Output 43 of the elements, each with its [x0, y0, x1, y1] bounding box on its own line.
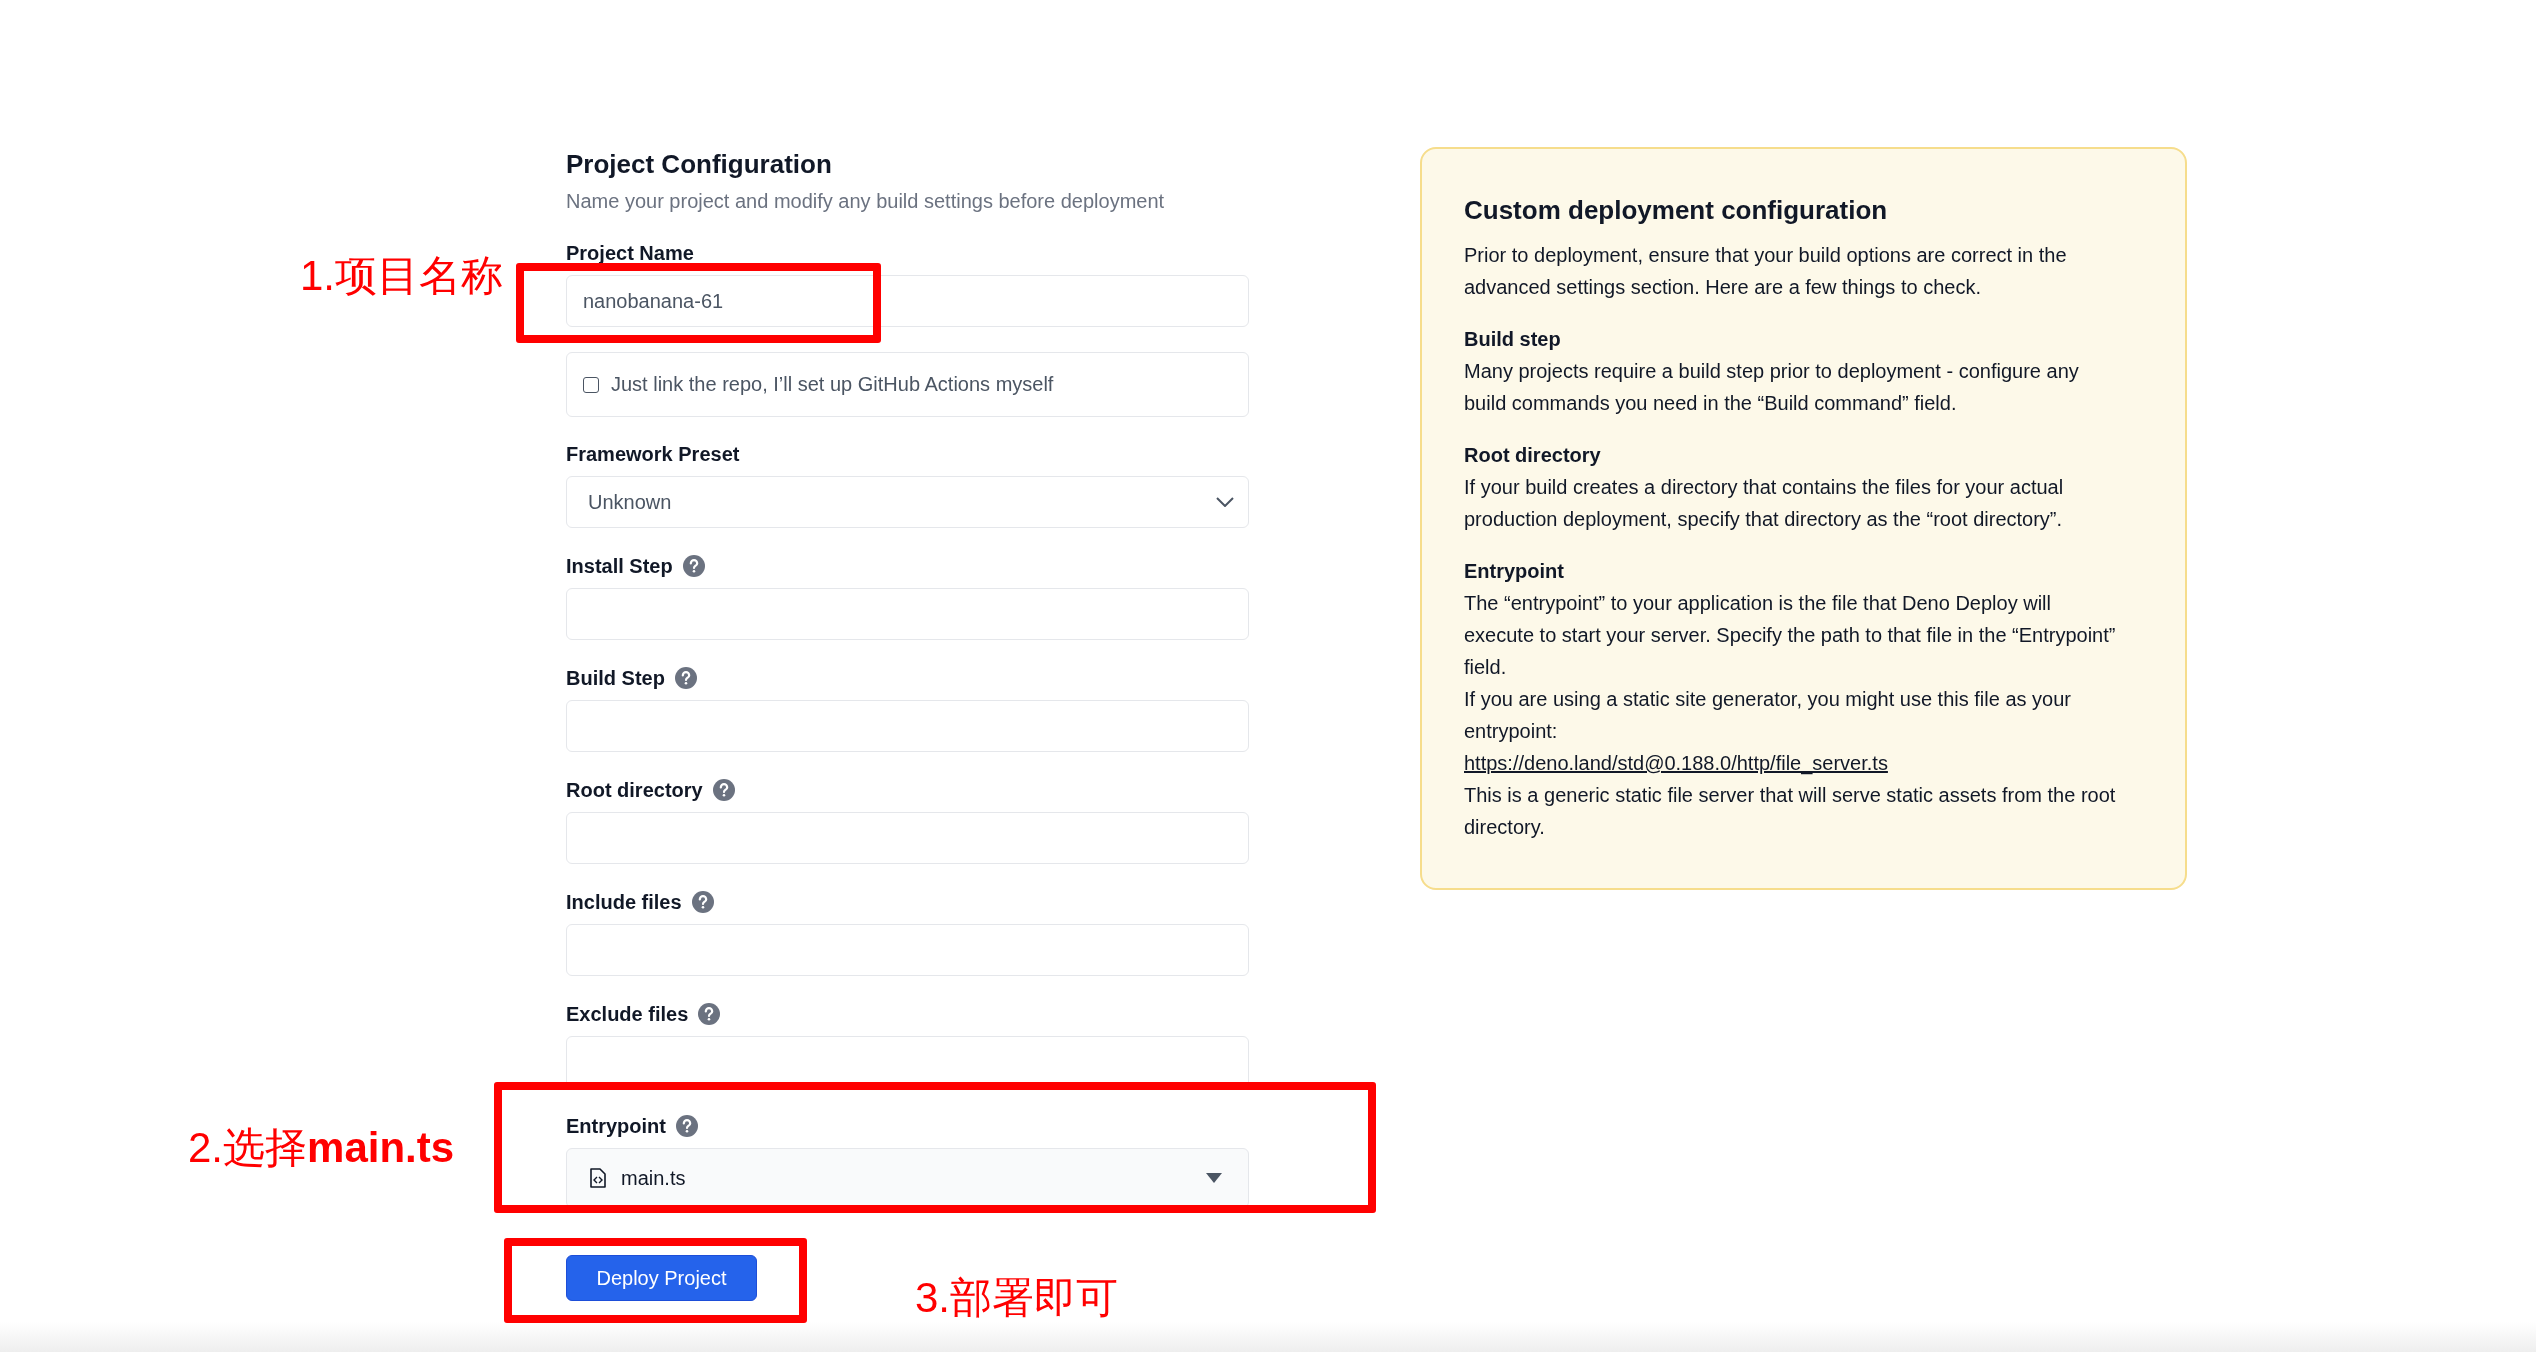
panel-paragraph: The “entrypoint” to your application is the file that Deno Deploy will execute to start your server. Specify the path to that file in the “Entrypoint” field. [1464, 591, 2117, 680]
field-label: Install Step [566, 554, 673, 578]
select-field[interactable]: Unknown [566, 476, 1249, 528]
field-label: Framework Preset [566, 442, 740, 466]
checkbox-label[interactable]: Just link the repo, I’ll set up GitHub Actions myself [611, 373, 1054, 396]
checkbox[interactable] [583, 376, 599, 393]
help-icon[interactable] [674, 667, 697, 689]
text-field[interactable]: nanobanana-61 [566, 275, 1249, 327]
docs-link[interactable]: https://deno.land/std@0.188.0/http/file_server.ts [1464, 747, 1888, 779]
panel-paragraph: If you are using a static site generator, you might use this file as your entrypoint: [1464, 687, 2072, 744]
field-label: Exclude files [566, 1002, 689, 1026]
panel-paragraph: This is a generic static file server that will serve static assets from the root directory. [1464, 783, 2117, 840]
annotation-note: 3.部署即可 [915, 1273, 1119, 1323]
field-label: Root directory [566, 778, 703, 802]
field-label: Build Step [566, 666, 665, 690]
panel-paragraph: If your build creates a directory that contains the files for your actual production deployment, specify that directory as the “root directory”. [1464, 475, 2065, 532]
caret-down-icon [1206, 1173, 1222, 1183]
annotation-note: 2.选择main.ts [188, 1123, 455, 1173]
panel-paragraph: Prior to deployment, ensure that your build options are correct in the advanced settings section. Here are a few things to check. [1464, 243, 2068, 300]
panel-title: Custom deployment configuration [1464, 194, 1889, 227]
help-icon[interactable] [698, 1003, 721, 1025]
form-subtitle: Name your project and modify any build settings before deployment [566, 189, 1166, 214]
text-field[interactable] [566, 700, 1249, 752]
code-file-icon [589, 1168, 607, 1188]
chevron-down-icon [1216, 497, 1234, 507]
text-field[interactable] [566, 588, 1249, 640]
field-label: Include files [566, 890, 682, 914]
help-icon[interactable] [682, 555, 705, 577]
field-label: Project Name [566, 241, 694, 265]
section-heading: Build step [1464, 327, 1562, 352]
help-icon[interactable] [676, 1115, 698, 1137]
panel-paragraph: Many projects require a build step prior to deployment - configure any build commands you need in the “Build command” field. [1464, 359, 2080, 416]
section-heading: Entrypoint [1464, 559, 1565, 584]
section-heading: Root directory [1464, 443, 1602, 468]
annotation-note: 1.项目名称 [300, 251, 504, 301]
field-label: Entrypoint [566, 1114, 666, 1138]
help-icon[interactable] [691, 891, 714, 913]
text-field[interactable] [566, 812, 1249, 864]
form-title: Project Configuration [566, 148, 833, 181]
text-field[interactable] [566, 924, 1249, 976]
file-select[interactable]: main.ts [566, 1148, 1249, 1208]
deploy-button[interactable]: Deploy Project [566, 1255, 757, 1301]
help-icon[interactable] [712, 779, 735, 801]
